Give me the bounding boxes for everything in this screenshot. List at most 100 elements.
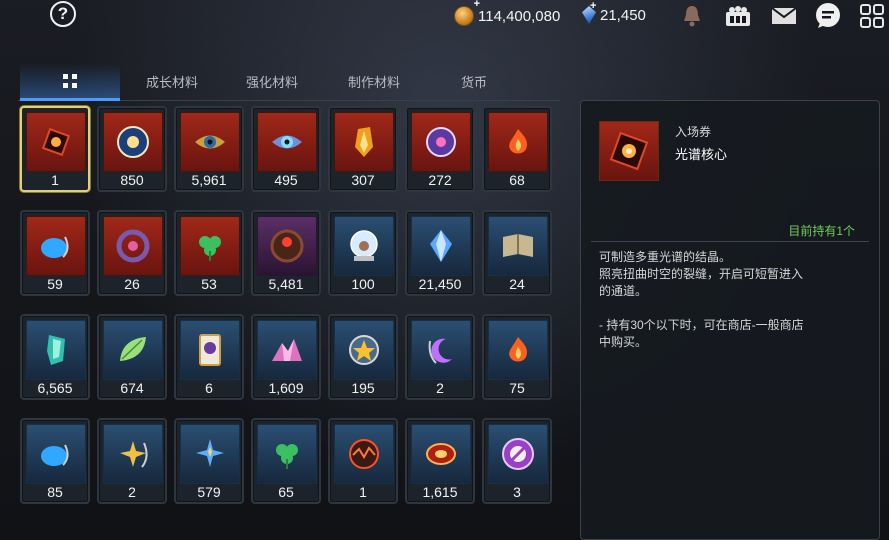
item-count: 2 <box>436 380 444 396</box>
item-count: 272 <box>428 172 452 188</box>
inventory-slot[interactable]: 1 <box>20 106 90 192</box>
guild-icon[interactable] <box>724 3 752 29</box>
star-pendant-icon <box>103 424 163 484</box>
inventory-slot[interactable]: 6 <box>174 314 244 400</box>
blue-pendant-icon <box>26 424 86 484</box>
clover-pendant-icon <box>257 424 317 484</box>
item-count: 53 <box>201 276 217 292</box>
chat-icon[interactable] <box>814 3 842 29</box>
spectrum-core-icon <box>26 112 86 172</box>
desc-note-line: 中购买。 <box>599 335 648 349</box>
mail-icon[interactable] <box>770 3 798 29</box>
inventory-slot[interactable]: 579 <box>174 418 244 504</box>
tab-craft-materials[interactable]: 制作材料 <box>322 64 426 98</box>
inventory-slot[interactable]: 59 <box>20 210 90 296</box>
item-count: 195 <box>351 380 375 396</box>
tab-growth-materials[interactable]: 成长材料 <box>122 64 222 98</box>
inventory-slot[interactable]: 2 <box>97 418 167 504</box>
item-detail-panel: 入场券 光谱核心 目前持有1个 可制造多重光谱的结晶。 照亮扭曲时空的裂缝，开启… <box>580 100 880 540</box>
item-count: 495 <box>274 172 298 188</box>
desc-line: 照亮扭曲时空的裂缝，开启可短暂进入 <box>599 267 804 281</box>
gem-currency: + 21,450 <box>582 0 646 24</box>
gold-coin-icon <box>454 0 480 26</box>
inventory-slot[interactable]: 100 <box>328 210 398 296</box>
pink-crystal-icon <box>257 320 317 380</box>
item-count: 75 <box>509 380 525 396</box>
desc-line: 的通道。 <box>599 284 648 298</box>
item-count: 1,615 <box>422 484 458 500</box>
item-count: 307 <box>351 172 375 188</box>
item-count: 24 <box>509 276 525 292</box>
item-name: 光谱核心 <box>675 147 728 162</box>
lava-orb-icon <box>334 424 394 484</box>
item-count: 674 <box>120 380 144 396</box>
inventory-slot[interactable]: 272 <box>405 106 475 192</box>
snow-globe-icon <box>334 216 394 276</box>
item-count: 6,565 <box>37 380 73 396</box>
item-count: 1 <box>359 484 367 500</box>
item-count: 5,481 <box>268 276 304 292</box>
inventory-slot[interactable]: 195 <box>328 314 398 400</box>
inventory-slot[interactable]: 26 <box>97 210 167 296</box>
inventory-slot[interactable]: 6,565 <box>20 314 90 400</box>
menu-grid-icon[interactable] <box>858 3 886 29</box>
blue-star-pendant-icon <box>180 424 240 484</box>
category-tabs: 成长材料 强化材料 制作材料 货币 <box>18 64 560 101</box>
tab-all[interactable] <box>20 64 120 101</box>
inventory-slot[interactable]: 68 <box>482 106 552 192</box>
owned-count: 目前持有1个 <box>788 224 855 238</box>
tab-currency[interactable]: 货币 <box>424 64 524 98</box>
item-count: 21,450 <box>418 276 462 292</box>
card-icon <box>180 320 240 380</box>
item-count: 100 <box>351 276 375 292</box>
blue-eye-icon <box>257 112 317 172</box>
moon-pendant-icon <box>411 320 471 380</box>
spectrum-core-icon <box>599 121 659 181</box>
inventory-slot[interactable]: 5,961 <box>174 106 244 192</box>
inventory-slot[interactable]: 75 <box>482 314 552 400</box>
blue-gem-icon <box>411 216 471 276</box>
item-count: 26 <box>124 276 140 292</box>
item-count: 579 <box>197 484 221 500</box>
item-count: 2 <box>128 484 136 500</box>
gold-currency: 114,400,080 <box>454 0 561 26</box>
bell-icon[interactable] <box>678 3 706 29</box>
inventory-slot[interactable]: 495 <box>251 106 321 192</box>
golden-eye-icon <box>180 112 240 172</box>
inventory-slot[interactable]: 21,450 <box>405 210 475 296</box>
inventory-slot[interactable]: 307 <box>328 106 398 192</box>
item-count: 68 <box>509 172 525 188</box>
inventory-slot[interactable]: 1 <box>328 418 398 504</box>
inventory-slot[interactable]: 1,609 <box>251 314 321 400</box>
inventory-slot[interactable]: 850 <box>97 106 167 192</box>
blue-pendant-icon <box>26 216 86 276</box>
gold-amount: 114,400,080 <box>478 7 561 25</box>
book-icon <box>488 216 548 276</box>
flame-pendant-icon <box>488 320 548 380</box>
tab-enhance-materials[interactable]: 强化材料 <box>222 64 322 98</box>
inventory-slot[interactable]: 1,615 <box>405 418 475 504</box>
item-count: 6 <box>205 380 213 396</box>
item-count: 1,609 <box>268 380 304 396</box>
purple-ring-icon <box>103 216 163 276</box>
help-icon[interactable]: ? <box>50 1 76 27</box>
inventory-slot[interactable]: 674 <box>97 314 167 400</box>
inventory-slot[interactable]: 3 <box>482 418 552 504</box>
inventory-slot[interactable]: 2 <box>405 314 475 400</box>
inventory-slot[interactable]: 53 <box>174 210 244 296</box>
inventory-slot[interactable]: 24 <box>482 210 552 296</box>
item-category: 入场券 <box>675 125 712 139</box>
flame-pendant-icon <box>488 112 548 172</box>
inventory-slot[interactable]: 5,481 <box>251 210 321 296</box>
grid-icon <box>63 74 77 88</box>
item-count: 1 <box>51 172 59 188</box>
inventory-slot[interactable]: 65 <box>251 418 321 504</box>
purple-badge-icon <box>488 424 548 484</box>
purple-disc-icon <box>411 112 471 172</box>
red-seal-icon <box>257 216 317 276</box>
inventory-slot[interactable]: 85 <box>20 418 90 504</box>
teal-crystal-icon <box>26 320 86 380</box>
green-leaf-icon <box>103 320 163 380</box>
item-count: 5,961 <box>191 172 227 188</box>
sun-medallion-icon <box>103 112 163 172</box>
